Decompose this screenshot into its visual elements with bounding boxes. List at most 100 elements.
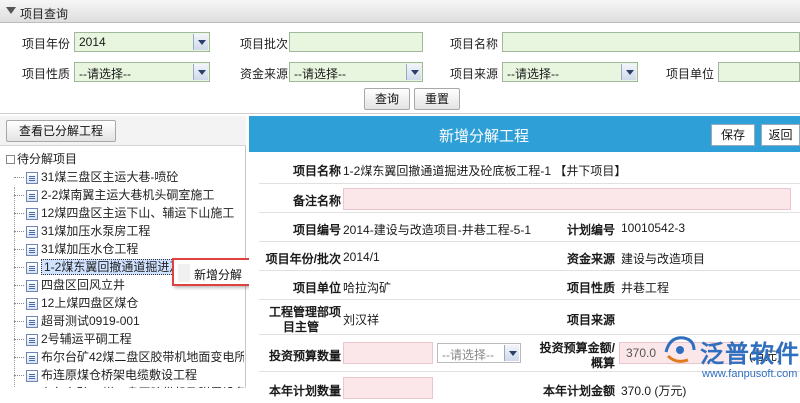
tree-item-label: 布尔台矿42煤二盘区胶带机地面变电所安 xyxy=(41,350,244,364)
brand-name: 泛普软件 xyxy=(700,334,800,369)
tree-root-label: 待分解项目 xyxy=(17,152,77,166)
origin-label: 项目来源 xyxy=(535,311,615,328)
nature-select-value: --请选择-- xyxy=(79,67,131,81)
tree-item[interactable]: 布尔台矿42煤二盘区胶带机地面变电所安 xyxy=(14,348,244,366)
form-row: 项目单位 哈拉沟矿 项目性质 井巷工程 xyxy=(259,272,800,300)
tree-item-label: 四盘区回风立井 xyxy=(41,278,125,292)
chevron-down-icon[interactable] xyxy=(193,64,208,80)
fund-select[interactable]: --请选择-- xyxy=(289,62,423,82)
plan-no-value: 10010542-3 xyxy=(621,221,685,235)
unit-input[interactable] xyxy=(718,62,800,82)
project-name-value: 1-2煤东翼回撤通道掘进及砼底板工程-1 【井下项目】 xyxy=(343,162,626,179)
menu-item-add-decompose[interactable]: 新增分解 xyxy=(194,266,242,283)
tree-item-label: 2号辅运平硐工程 xyxy=(41,332,132,346)
source-select-value: --请选择-- xyxy=(507,67,559,81)
tree-connector xyxy=(14,321,24,322)
document-icon xyxy=(26,190,38,202)
fund-label: 资金来源 xyxy=(240,65,288,82)
source-label: 项目来源 xyxy=(450,65,498,82)
tree-item[interactable]: 超哥测试0919-001 xyxy=(14,312,140,330)
project-no-value: 2014-建设与改造项目-井巷工程-5-1 xyxy=(343,221,531,238)
tree-item[interactable]: 12煤四盘区主运下山、辅运下山施工 xyxy=(14,204,234,222)
chevron-down-icon[interactable] xyxy=(193,34,208,50)
year-select[interactable]: 2014 xyxy=(74,32,210,52)
year-plan-amt-label: 本年计划金额 xyxy=(535,382,615,399)
remark-label: 备注名称 xyxy=(261,192,341,209)
nature-label: 项目性质 xyxy=(22,65,70,82)
collapse-icon[interactable] xyxy=(6,155,15,164)
chevron-down-icon[interactable] xyxy=(504,345,519,361)
unit-label: 项目单位 xyxy=(261,279,341,296)
budget-qty-unit-value: --请选择-- xyxy=(442,348,494,362)
tree-connector xyxy=(14,375,24,376)
tree-item[interactable]: 31煤加压水泵房工程 xyxy=(14,222,150,240)
tree-item-label: 超哥测试0919-001 xyxy=(41,314,140,328)
year-batch-value: 2014/1 xyxy=(343,250,380,264)
tree-connector xyxy=(14,303,24,304)
unit-value: 哈拉沟矿 xyxy=(343,279,391,296)
document-icon xyxy=(26,370,38,382)
back-button[interactable]: 返回 xyxy=(761,124,800,146)
document-icon xyxy=(26,226,38,238)
tree-item[interactable]: 布连原煤仓桥架电缆敷设工程 xyxy=(14,366,197,384)
tree-connector xyxy=(14,357,24,358)
left-panel: 查看已分解工程 待分解项目 31煤三盘区主运大巷-喷砼 2-2煤南翼主运大巷机头硐… xyxy=(0,116,246,388)
form-row: 项目名称 1-2煤东翼回撤通道掘进及砼底板工程-1 【井下项目】 xyxy=(259,154,800,184)
chevron-down-icon[interactable] xyxy=(621,64,636,80)
batch-input[interactable] xyxy=(289,32,423,52)
document-icon xyxy=(26,334,38,346)
document-icon xyxy=(26,172,38,184)
tree-item[interactable]: 布尔台矿42煤二盘区胶带机及附属设备安 xyxy=(14,384,244,388)
tree-item[interactable]: 12上煤四盘区煤仓 xyxy=(14,294,138,312)
title-bar-label: 项目查询 xyxy=(20,5,68,22)
collapse-arrow-icon[interactable] xyxy=(6,7,16,14)
tree-item-label: 31煤加压水泵房工程 xyxy=(41,224,150,238)
tree-item[interactable]: 四盘区回风立井 xyxy=(14,276,125,294)
menu-gutter xyxy=(178,264,190,282)
document-icon xyxy=(26,262,38,274)
source-select[interactable]: --请选择-- xyxy=(502,62,638,82)
budget-qty-unit-select[interactable]: --请选择-- xyxy=(437,343,521,363)
tree-item[interactable]: 2-2煤南翼主运大巷机头硐室施工 xyxy=(14,186,214,204)
form-header: 新增分解工程 保存 返回 xyxy=(249,116,800,152)
year-label: 项目年份 xyxy=(22,35,70,52)
tree-item-label: 2-2煤南翼主运大巷机头硐室施工 xyxy=(41,188,214,202)
project-name-label: 项目名称 xyxy=(261,162,341,179)
brand-watermark: 泛普软件 www.fanpusoft.com xyxy=(660,324,800,388)
reset-button[interactable]: 重置 xyxy=(414,88,460,110)
document-icon xyxy=(26,244,38,256)
nature-label: 项目性质 xyxy=(535,279,615,296)
tree-connector xyxy=(14,177,24,178)
name-label: 项目名称 xyxy=(450,35,498,52)
search-button[interactable]: 查询 xyxy=(364,88,410,110)
year-plan-qty-input[interactable] xyxy=(343,377,433,399)
tree-item[interactable]: 2号辅运平硐工程 xyxy=(14,330,132,348)
nature-value: 井巷工程 xyxy=(621,279,669,296)
brand-url: www.fanpusoft.com xyxy=(702,368,797,380)
remark-input[interactable] xyxy=(343,188,791,210)
tree-connector xyxy=(14,285,24,286)
chevron-down-icon[interactable] xyxy=(406,64,421,80)
view-decomposed-button[interactable]: 查看已分解工程 xyxy=(6,120,116,142)
tree-item-label: 12煤四盘区主运下山、辅运下山施工 xyxy=(41,206,234,220)
year-batch-label: 项目年份/批次 xyxy=(259,250,341,267)
tree-root[interactable]: 待分解项目 xyxy=(6,150,77,168)
form-row: 项目年份/批次 2014/1 资金来源 建设与改造项目 xyxy=(259,243,800,271)
query-panel: 项目年份 2014 项目批次 项目名称 项目性质 --请选择-- 资金来源 --… xyxy=(0,24,800,114)
unit-label: 项目单位 xyxy=(666,65,714,82)
nature-select[interactable]: --请选择-- xyxy=(74,62,210,82)
budget-qty-label: 投资预算数量 xyxy=(261,347,341,364)
document-icon xyxy=(26,352,38,364)
budget-qty-input[interactable] xyxy=(343,342,433,364)
mgmt-value: 刘汉祥 xyxy=(343,311,379,328)
save-button[interactable]: 保存 xyxy=(711,124,755,146)
tree-item[interactable]: 31煤加压水仓工程 xyxy=(14,240,138,258)
plan-no-label: 计划编号 xyxy=(535,221,615,238)
tree-item-label: 31煤加压水仓工程 xyxy=(41,242,138,256)
tree-item[interactable]: 31煤三盘区主运大巷-喷砼 xyxy=(14,168,178,186)
project-no-label: 项目编号 xyxy=(261,221,341,238)
title-bar: 项目查询 xyxy=(0,0,800,23)
left-toolbar: 查看已分解工程 xyxy=(0,116,246,146)
tree-connector xyxy=(14,249,24,250)
name-input[interactable] xyxy=(502,32,800,52)
